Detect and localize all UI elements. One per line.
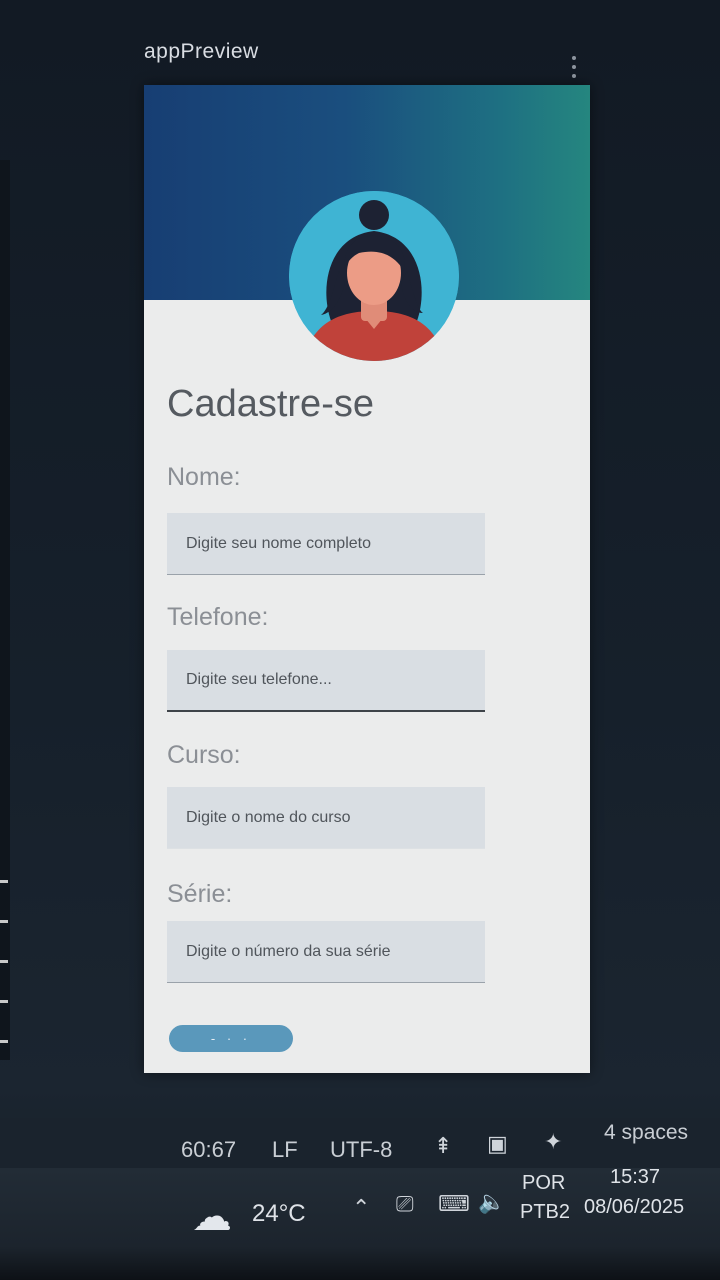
name-input[interactable] <box>167 513 485 575</box>
edge-marker <box>0 920 8 923</box>
avatar <box>289 191 459 361</box>
clock-date[interactable]: 08/06/2025 <box>584 1196 684 1219</box>
meet-now-icon[interactable]: ⎚ <box>396 1192 414 1217</box>
editor-status-bar: 60:67 LF UTF-8 ⇞ ▣ ✦ 4 spaces <box>0 1118 720 1168</box>
preview-window-title: appPreview <box>144 40 259 63</box>
edge-marker <box>0 1040 8 1043</box>
windows-taskbar: ☁ 24°C ⌃ ⎚ ⌨ 🔈 POR PTB2 15:37 08/06/2025 <box>0 1166 720 1280</box>
woman-avatar-icon <box>289 191 459 361</box>
grade-label: Série: <box>167 880 233 908</box>
submit-button[interactable]: - · · <box>169 1025 293 1052</box>
temperature[interactable]: 24°C <box>252 1200 306 1228</box>
sparkle-icon[interactable]: ✦ <box>544 1130 562 1155</box>
network-icon[interactable]: ⌨ <box>438 1192 470 1217</box>
edge-marker <box>0 960 8 963</box>
edge-marker <box>0 1000 8 1003</box>
page-title: Cadastre-se <box>167 383 374 425</box>
more-options-icon[interactable] <box>566 56 582 82</box>
phone-input[interactable] <box>167 650 485 712</box>
left-editor-edge <box>0 160 10 1060</box>
language[interactable]: POR <box>522 1172 565 1195</box>
app-preview-frame: Cadastre-se Nome: Telefone: Curso: Série… <box>144 85 590 1073</box>
cursor-position[interactable]: 60:67 <box>181 1137 236 1163</box>
tree-icon[interactable]: ⇞ <box>434 1134 452 1159</box>
clock-time[interactable]: 15:37 <box>610 1166 660 1189</box>
keyboard-layout[interactable]: PTB2 <box>520 1201 570 1224</box>
volume-icon[interactable]: 🔈 <box>478 1190 505 1215</box>
name-label: Nome: <box>167 463 241 491</box>
cloud-weather-icon[interactable]: ☁ <box>192 1194 232 1240</box>
course-label: Curso: <box>167 741 241 769</box>
encoding[interactable]: UTF-8 <box>330 1137 392 1163</box>
phone-label: Telefone: <box>167 603 269 631</box>
course-input[interactable] <box>167 787 485 849</box>
edge-marker <box>0 880 8 883</box>
grade-input[interactable] <box>167 921 485 983</box>
feedback-icon[interactable]: ▣ <box>487 1132 508 1157</box>
indentation[interactable]: 4 spaces <box>604 1121 688 1145</box>
chevron-up-icon[interactable]: ⌃ <box>352 1196 370 1221</box>
line-ending[interactable]: LF <box>272 1137 298 1163</box>
